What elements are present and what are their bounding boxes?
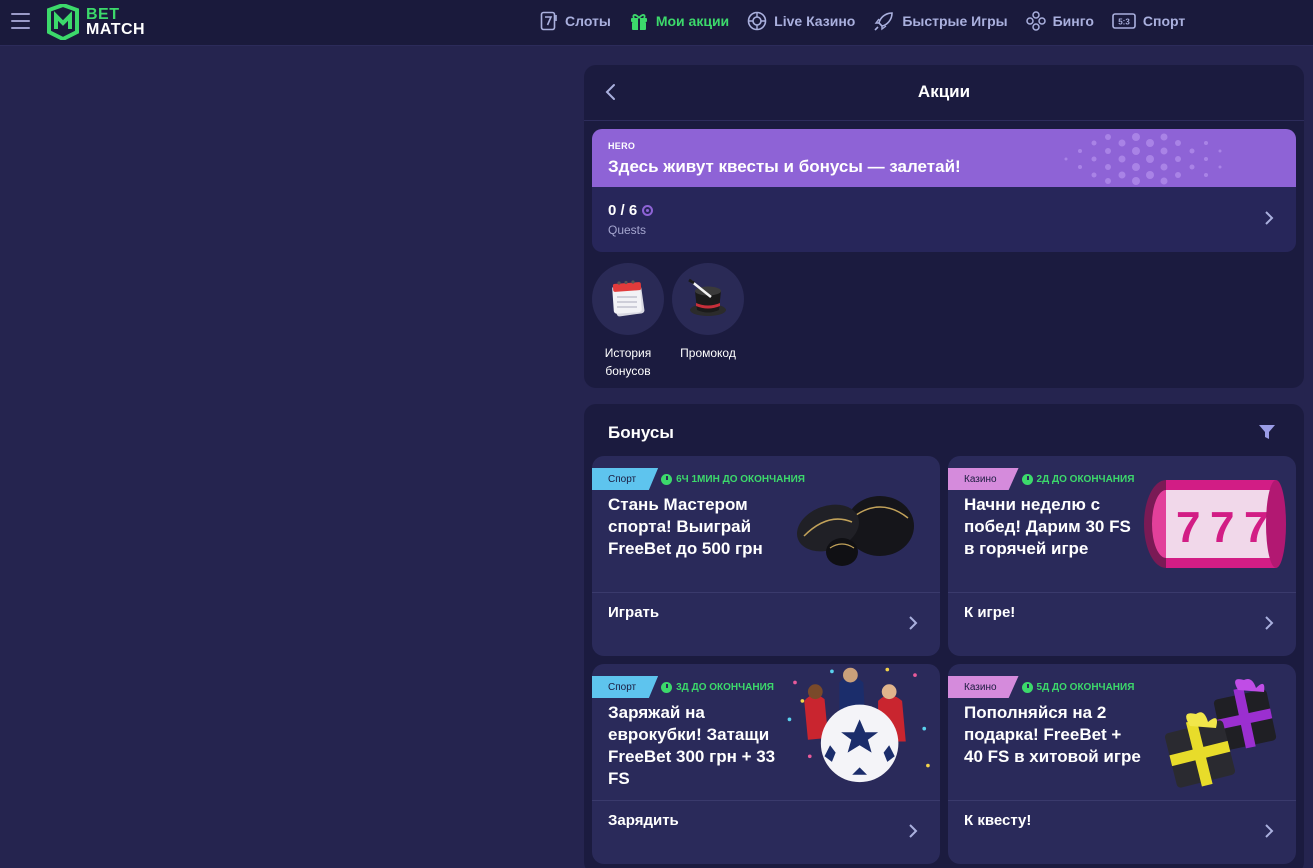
bingo-icon (1025, 11, 1046, 31)
nav-item-fast-games[interactable]: Быстрые Игры (873, 10, 1008, 32)
nav-item-sport[interactable]: 5:3 Спорт (1112, 12, 1185, 30)
bonus-card-meta: Казино 2Д ДО ОКОНЧАНИЯ (948, 468, 1134, 490)
bonus-card-title: Начни неделю с побед! Дарим 30 FS в горя… (964, 495, 1131, 558)
promotions-header: Акции (584, 65, 1304, 121)
hero-banner-top: HERO Здесь живут квесты и бонусы — залет… (592, 129, 1296, 187)
rocket-icon (874, 12, 894, 31)
card-divider (592, 592, 940, 593)
top-bar: BET MATCH Слоты Мои акции Live Казино Бы… (0, 0, 1313, 46)
svg-text:7: 7 (1244, 503, 1268, 552)
nav-label: Бинго (1052, 13, 1094, 29)
promocode-label: Промокод (680, 346, 736, 360)
clock-icon (661, 473, 673, 485)
clock-icon (1021, 473, 1033, 485)
quest-progress: 0 / 6 Quests (592, 187, 1296, 252)
scoreboard-icon-text: 5:3 (1118, 18, 1130, 27)
bonus-history-shortcut[interactable]: История бонусов (588, 263, 668, 380)
chevron-right-icon[interactable] (908, 824, 918, 838)
chevron-right-icon[interactable] (1264, 211, 1274, 225)
nav-label: Слоты (565, 13, 611, 29)
countdown-text: 2Д ДО ОКОНЧАНИЯ (1036, 473, 1135, 485)
champions-ball-image (787, 667, 930, 783)
category-badge: Казино (948, 468, 1019, 490)
chevron-right-icon[interactable] (1264, 824, 1274, 838)
bonus-card-meta: Спорт 3Д ДО ОКОНЧАНИЯ (592, 676, 774, 698)
nav-item-my-promos[interactable]: Мои акции (629, 11, 729, 31)
card-divider (948, 800, 1296, 801)
nav-item-slots[interactable]: Слоты (540, 11, 611, 31)
svg-text:7: 7 (1210, 503, 1234, 552)
nav-label: Мои акции (655, 13, 730, 29)
nav-label: Спорт (1142, 13, 1186, 29)
countdown-text: 5Д ДО ОКОНЧАНИЯ (1036, 681, 1135, 693)
dot-pattern-decoration (1064, 133, 1222, 185)
promocode-icon-circle (672, 263, 744, 335)
bonuses-panel: Бонусы Спорт 6Ч 1МИН ДО ОКОНЧАНИЯ Стань … (584, 404, 1304, 868)
chevron-right-icon[interactable] (1264, 616, 1274, 630)
card-action-label: К квесту! (964, 812, 1032, 829)
gift-boxes-image (1164, 679, 1277, 788)
bonus-card-meta: Казино 5Д ДО ОКОНЧАНИЯ (948, 676, 1134, 698)
bonus-card[interactable]: Казино 2Д ДО ОКОНЧАНИЯ Начни неделю с по… (948, 456, 1296, 656)
chevron-right-icon[interactable] (908, 616, 918, 630)
card-action-label: Играть (608, 604, 660, 621)
hero-text: Здесь живут квесты и бонусы — залетай! (608, 157, 961, 176)
main-nav: Слоты Мои акции Live Казино Быстрые Игры… (540, 0, 1203, 42)
bonus-card-title: Заряжай на еврокубки! Затащи FreeBet 300… (608, 703, 776, 788)
target-icon (642, 205, 654, 216)
roulette-icon (747, 11, 767, 31)
page-title: Акции (917, 82, 971, 101)
hero-quest-banner[interactable]: HERO Здесь живут квесты и бонусы — залет… (592, 129, 1296, 252)
promocode-shortcut[interactable]: Промокод (668, 263, 748, 362)
hamburger-menu-icon[interactable] (11, 13, 30, 29)
footballs-image (797, 496, 914, 566)
slot-reels-image: 777 (1144, 480, 1286, 568)
bonus-card[interactable]: Спорт 3Д ДО ОКОНЧАНИЯ Заряжай на еврокуб… (592, 664, 940, 864)
logo-mark-icon (47, 4, 79, 40)
category-badge: Спорт (592, 468, 659, 490)
clock-icon (1021, 681, 1033, 693)
quest-label: Quests (608, 223, 647, 237)
svg-text:7: 7 (1176, 503, 1200, 552)
bonuses-title: Бонусы (608, 423, 674, 442)
countdown-timer: 5Д ДО ОКОНЧАНИЯ (1021, 681, 1135, 693)
nav-label: Live Казино (774, 13, 856, 29)
slot-seven-icon (540, 11, 557, 31)
nav-item-bingo[interactable]: Бинго (1025, 11, 1094, 31)
countdown-timer: 2Д ДО ОКОНЧАНИЯ (1021, 473, 1135, 485)
nav-item-live-casino[interactable]: Live Казино (747, 11, 855, 31)
filter-icon[interactable] (1258, 423, 1276, 441)
calendar-icon (612, 280, 645, 317)
category-badge: Казино (948, 676, 1019, 698)
promotions-panel: Акции HERO Здесь живут квесты и бонусы —… (584, 65, 1304, 388)
bonus-card[interactable]: Спорт 6Ч 1МИН ДО ОКОНЧАНИЯ Стань Мастеро… (592, 456, 940, 656)
quest-count-value: 0 / 6 (608, 202, 638, 219)
card-action-label: К игре! (964, 604, 1016, 621)
countdown-timer: 3Д ДО ОКОНЧАНИЯ (661, 681, 774, 693)
bonus-card-title: Стань Мастером спорта! Выиграй FreeBet д… (608, 495, 763, 558)
clock-icon (661, 681, 673, 693)
logo-text-bet: BET (86, 6, 120, 23)
quest-count: 0 / 6 (608, 202, 654, 219)
gift-icon (630, 14, 647, 30)
bonus-history-label: История бонусов (604, 346, 652, 378)
hero-tag: HERO (608, 141, 636, 151)
card-divider (948, 592, 1296, 593)
bonus-history-icon-circle (592, 263, 664, 335)
logo-text-match: MATCH (86, 21, 146, 38)
card-divider (592, 800, 940, 801)
card-action-label: Зарядить (608, 812, 679, 829)
bonus-card[interactable]: Казино 5Д ДО ОКОНЧАНИЯ Пополняйся на 2 п… (948, 664, 1296, 864)
scoreboard-icon: 5:3 (1112, 13, 1136, 29)
countdown-text: 3Д ДО ОКОНЧАНИЯ (676, 681, 774, 693)
nav-label: Быстрые Игры (902, 13, 1008, 29)
magic-hat-icon (688, 278, 726, 316)
category-badge: Спорт (592, 676, 659, 698)
betmatch-logo[interactable]: BET MATCH (46, 4, 145, 40)
bonus-card-title: Пополняйся на 2 подарка! FreeBet + 40 FS… (964, 703, 1141, 766)
